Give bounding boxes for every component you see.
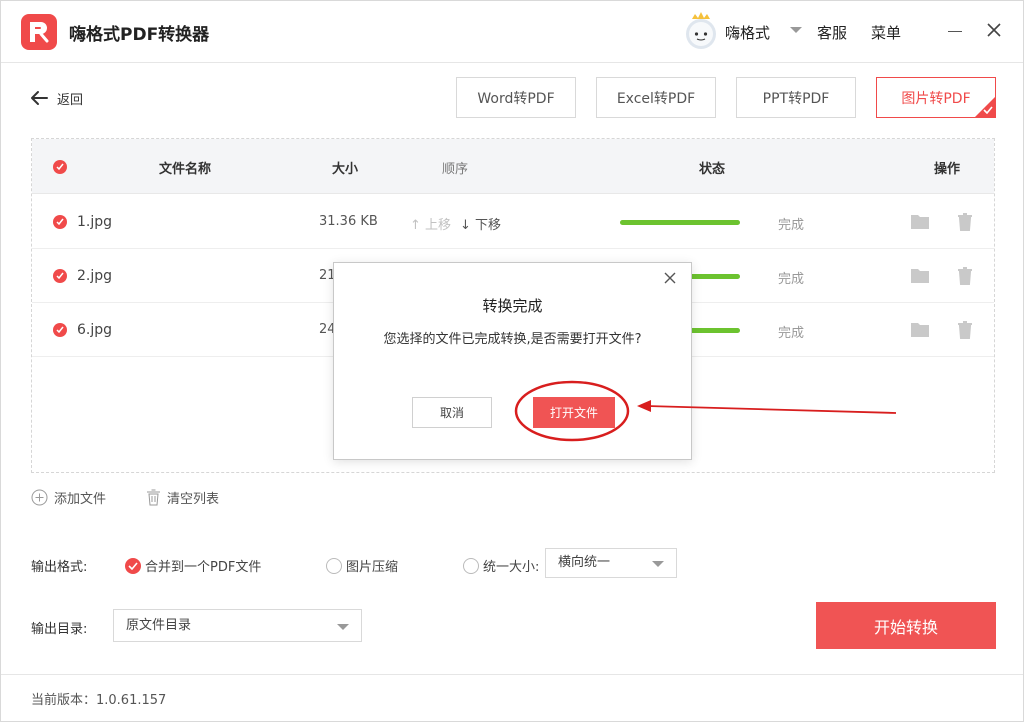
minimize-icon[interactable] bbox=[948, 31, 962, 32]
file-name: 1.jpg bbox=[77, 214, 113, 230]
status-text: 完成 bbox=[778, 218, 805, 233]
pdf-logo-icon bbox=[21, 14, 57, 50]
radio-merge-pdf[interactable]: 合并到一个PDF文件 bbox=[125, 556, 261, 575]
header-order: 顺序 bbox=[442, 162, 469, 177]
app-window: 嗨格式PDF转换器 嗨格式 客服 菜单 返回 Word转PDF Excel转PD… bbox=[0, 0, 1024, 722]
chevron-down-icon bbox=[652, 561, 664, 567]
add-file-button[interactable]: 添加文件 bbox=[31, 488, 106, 507]
tab-ppt-to-pdf[interactable]: PPT转PDF bbox=[736, 77, 856, 118]
customer-service-link[interactable]: 客服 bbox=[817, 22, 847, 43]
status-text: 完成 bbox=[778, 272, 805, 287]
tab-image-to-pdf[interactable]: 图片转PDF bbox=[876, 77, 996, 118]
header-status: 状态 bbox=[699, 162, 726, 177]
row-checkbox[interactable] bbox=[53, 215, 67, 229]
radio-image-compress[interactable]: 图片压缩 bbox=[326, 556, 398, 575]
add-file-label: 添加文件 bbox=[54, 492, 107, 507]
start-convert-button[interactable]: 开始转换 bbox=[816, 602, 996, 649]
menu-link[interactable]: 菜单 bbox=[871, 22, 901, 43]
radio-unify-size[interactable]: 统一大小: bbox=[463, 556, 539, 575]
row-checkbox[interactable] bbox=[53, 269, 67, 283]
header-actions: 操作 bbox=[934, 162, 961, 177]
tab-word-to-pdf[interactable]: Word转PDF bbox=[456, 77, 576, 118]
move-down-button[interactable]: ↓ 下移 bbox=[460, 214, 501, 233]
header-name: 文件名称 bbox=[159, 162, 212, 177]
open-file-button[interactable]: 打开文件 bbox=[533, 397, 615, 428]
move-up-label: 上移 bbox=[425, 218, 452, 233]
table-header: 文件名称 大小 顺序 状态 操作 bbox=[32, 139, 994, 194]
radio-unchecked bbox=[326, 557, 342, 574]
cancel-button[interactable]: 取消 bbox=[412, 397, 492, 428]
trash-icon[interactable] bbox=[957, 213, 973, 231]
check-icon bbox=[983, 106, 993, 114]
status-text: 完成 bbox=[778, 326, 805, 341]
clear-list-button[interactable]: 清空列表 bbox=[146, 488, 219, 507]
add-circle-icon bbox=[31, 489, 48, 506]
dialog-title: 转换完成 bbox=[482, 297, 543, 315]
folder-icon[interactable] bbox=[911, 267, 929, 283]
trash-icon bbox=[147, 489, 160, 506]
chevron-down-icon bbox=[337, 624, 349, 630]
radio-image-compress-label: 图片压缩 bbox=[346, 560, 399, 575]
dialog-message: 您选择的文件已完成转换,是否需要打开文件? bbox=[383, 332, 642, 347]
table-row: 1.jpg 31.36 KB ↑ 上移 ↓ 下移 完成 bbox=[32, 195, 994, 249]
version-text: 当前版本：1.0.61.157 bbox=[31, 693, 167, 708]
back-label: 返回 bbox=[57, 92, 84, 108]
output-dir-value: 原文件目录 bbox=[126, 618, 192, 633]
progress-fill bbox=[620, 220, 740, 225]
close-icon[interactable] bbox=[986, 22, 1002, 38]
output-dir-select[interactable]: 原文件目录 bbox=[113, 609, 362, 642]
arrow-down-icon: ↓ bbox=[460, 218, 471, 233]
tab-excel-to-pdf[interactable]: Excel转PDF bbox=[596, 77, 716, 118]
radio-unchecked bbox=[463, 557, 479, 574]
app-title: 嗨格式PDF转换器 bbox=[69, 25, 210, 45]
output-dir-label: 输出目录: bbox=[31, 622, 88, 637]
progress-bar bbox=[620, 220, 740, 225]
output-format-label: 输出格式: bbox=[31, 560, 88, 575]
arrow-left-icon bbox=[31, 91, 48, 105]
file-name: 6.jpg bbox=[77, 322, 113, 338]
footer: 当前版本：1.0.61.157 bbox=[1, 674, 1023, 721]
back-button[interactable]: 返回 bbox=[29, 87, 83, 109]
tab-image-to-pdf-label: 图片转PDF bbox=[901, 90, 971, 107]
row-checkbox[interactable] bbox=[53, 323, 67, 337]
trash-icon[interactable] bbox=[957, 267, 973, 285]
snow-avatar-icon[interactable] bbox=[682, 10, 720, 50]
trash-icon[interactable] bbox=[957, 321, 973, 339]
arrow-up-icon: ↑ bbox=[410, 218, 421, 233]
username[interactable]: 嗨格式 bbox=[725, 22, 770, 43]
chevron-down-icon[interactable] bbox=[790, 27, 802, 33]
move-down-label: 下移 bbox=[475, 218, 502, 233]
file-size: 31.36 KB bbox=[319, 214, 378, 229]
conversion-complete-dialog: 转换完成 您选择的文件已完成转换,是否需要打开文件? 取消 打开文件 bbox=[333, 262, 692, 460]
close-icon[interactable] bbox=[664, 272, 676, 284]
clear-list-label: 清空列表 bbox=[167, 492, 220, 507]
header-size: 大小 bbox=[332, 162, 359, 177]
radio-merge-pdf-label: 合并到一个PDF文件 bbox=[145, 560, 262, 575]
folder-icon[interactable] bbox=[911, 213, 929, 229]
size-select[interactable]: 横向统一 bbox=[545, 548, 677, 578]
radio-unify-size-label: 统一大小: bbox=[483, 560, 540, 575]
select-all-checkbox[interactable] bbox=[53, 160, 67, 174]
folder-icon[interactable] bbox=[911, 321, 929, 337]
move-up-button[interactable]: ↑ 上移 bbox=[410, 214, 451, 233]
size-select-value: 横向统一 bbox=[558, 555, 611, 570]
radio-checked bbox=[125, 557, 141, 574]
title-bar: 嗨格式PDF转换器 嗨格式 客服 菜单 bbox=[1, 1, 1023, 63]
file-name: 2.jpg bbox=[77, 268, 113, 284]
